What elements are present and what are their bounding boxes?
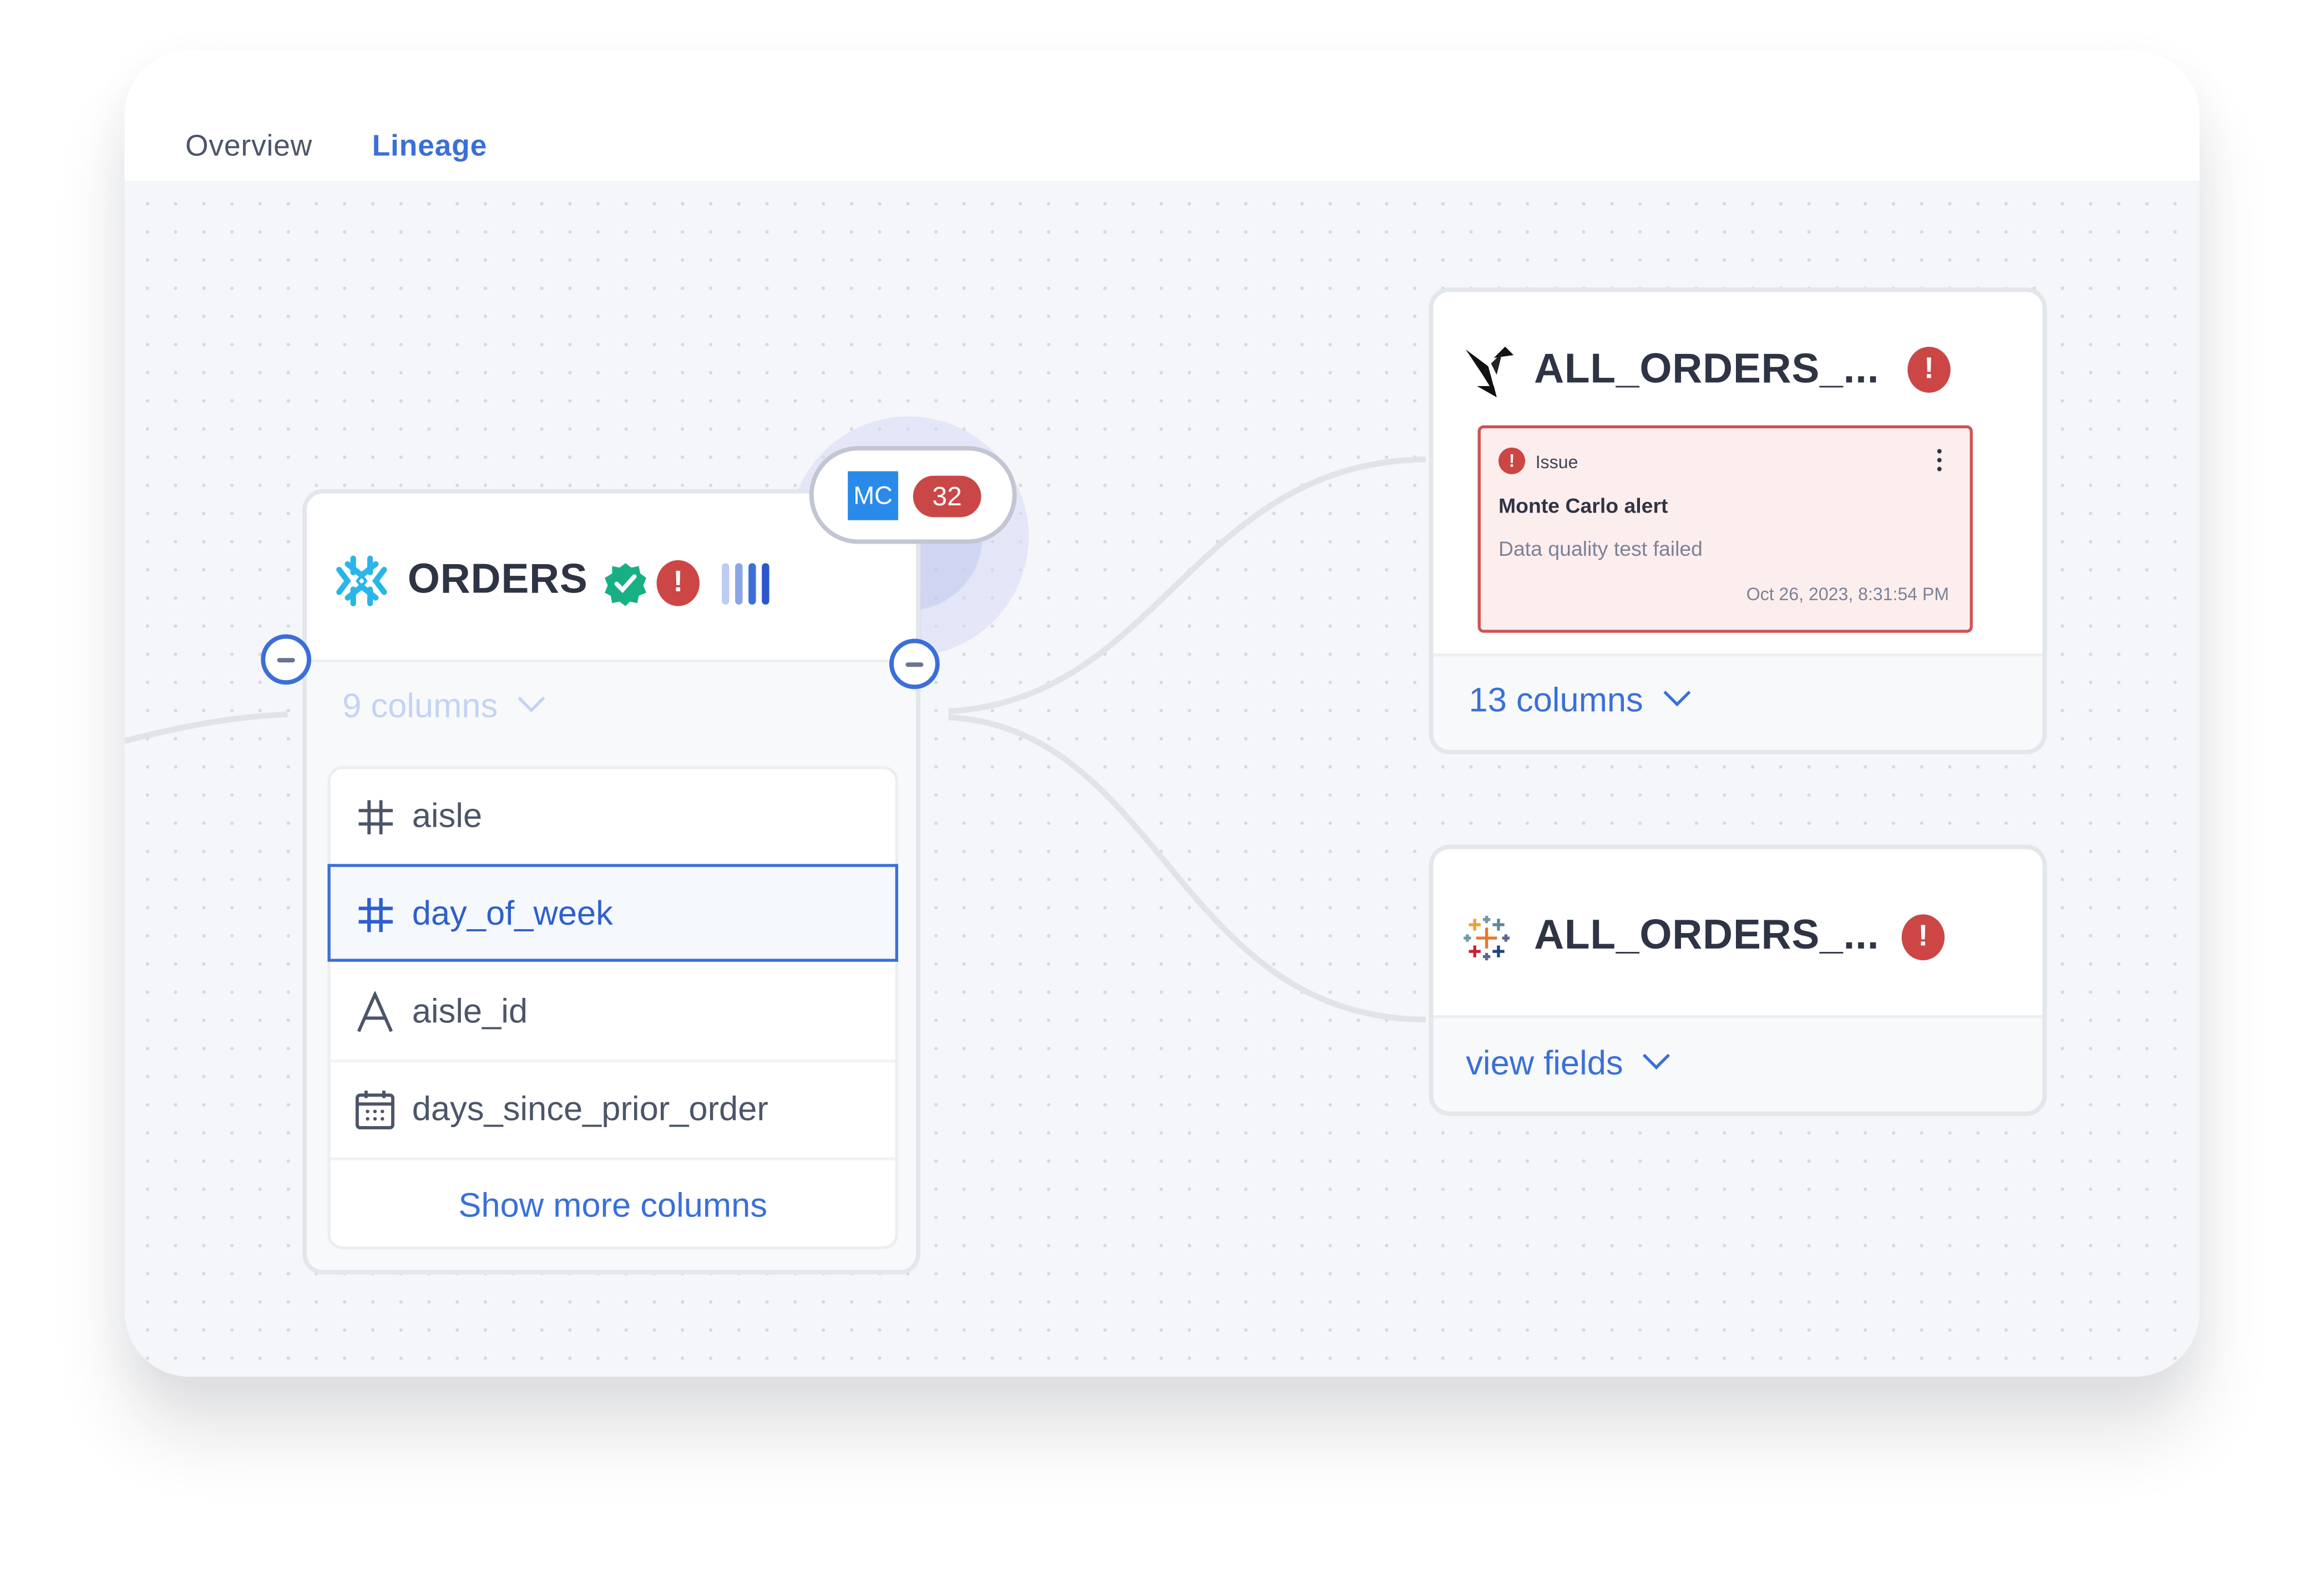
tableau-icon bbox=[1464, 916, 1510, 961]
node-orders-title: ORDERS bbox=[407, 555, 588, 602]
stage: Overview Lineage ORDERS ! 9 columns aisl… bbox=[0, 0, 2324, 1577]
verified-badge-icon bbox=[605, 563, 646, 606]
issue-card[interactable]: ! Issue Monte Carlo alert Data quality t… bbox=[1477, 425, 1973, 633]
importance-bar bbox=[722, 563, 730, 605]
importance-bar bbox=[735, 563, 743, 605]
edge-upstream-to-orders bbox=[124, 711, 288, 744]
monte-carlo-logo-icon: MC bbox=[848, 471, 898, 520]
node-all-orders-2-header: ALL_ORDERS_... ! bbox=[1433, 849, 2043, 1018]
column-row-selected[interactable]: day_of_week bbox=[327, 864, 898, 962]
node-all-orders-2[interactable]: ALL_ORDERS_... ! view fields bbox=[1429, 844, 2047, 1116]
tab-overview[interactable]: Overview bbox=[185, 130, 312, 164]
tab-lineage[interactable]: Lineage bbox=[372, 130, 488, 164]
chevron-down-icon bbox=[1643, 1042, 1670, 1070]
incident-count-badge: 32 bbox=[913, 475, 981, 518]
importance-bar bbox=[762, 563, 769, 605]
alert-icon[interactable]: ! bbox=[656, 560, 700, 606]
issue-label: Issue bbox=[1535, 452, 1578, 473]
column-row[interactable]: days_since_prior_order bbox=[330, 1063, 895, 1160]
more-options-icon[interactable] bbox=[1937, 449, 1943, 475]
columns-toggle[interactable]: 13 columns bbox=[1469, 679, 1690, 720]
column-list: aisle day_of_week aisle_id days_since_pr… bbox=[327, 766, 898, 1250]
view-fields-toggle[interactable]: view fields bbox=[1466, 1042, 1670, 1083]
importance-bars bbox=[722, 563, 769, 605]
node-all-orders-2-title: ALL_ORDERS_... bbox=[1534, 911, 1880, 957]
show-more-columns-button[interactable]: Show more columns bbox=[331, 1160, 895, 1249]
columns-toggle[interactable]: 9 columns bbox=[342, 685, 545, 726]
chevron-down-icon bbox=[1663, 679, 1690, 707]
issue-title: Monte Carlo alert bbox=[1498, 493, 1668, 518]
view-fields-label: view fields bbox=[1466, 1043, 1623, 1082]
edge-orders-to-all-orders-2 bbox=[948, 714, 1426, 1023]
columns-toggle-label: 13 columns bbox=[1469, 680, 1643, 719]
alert-icon[interactable]: ! bbox=[1901, 914, 1945, 961]
hash-icon bbox=[358, 800, 393, 835]
column-row[interactable]: aisle bbox=[330, 769, 895, 867]
mc-incident-badge[interactable]: MC 32 bbox=[809, 446, 1017, 544]
collapse-upstream-handle[interactable] bbox=[261, 634, 312, 685]
calendar-icon bbox=[355, 1091, 394, 1130]
alert-icon[interactable]: ! bbox=[1907, 347, 1951, 393]
issue-timestamp: Oct 26, 2023, 8:31:54 PM bbox=[1746, 584, 1950, 605]
app-window: Overview Lineage ORDERS ! 9 columns aisl… bbox=[124, 50, 2200, 1377]
column-row[interactable]: aisle_id bbox=[330, 965, 895, 1063]
node-all-orders-1-header: ALL_ORDERS_... ! ! Issue Monte Carlo ale… bbox=[1433, 292, 2043, 657]
snowflake-icon bbox=[336, 555, 387, 606]
issue-alert-icon: ! bbox=[1498, 447, 1526, 474]
columns-toggle-label: 9 columns bbox=[342, 686, 498, 725]
collapse-downstream-handle[interactable] bbox=[889, 638, 940, 689]
node-all-orders-1[interactable]: ALL_ORDERS_... ! ! Issue Monte Carlo ale… bbox=[1429, 287, 2047, 754]
column-name: aisle_id bbox=[412, 991, 528, 1030]
hummingbird-icon bbox=[1465, 346, 1514, 398]
chevron-down-icon bbox=[517, 685, 545, 713]
hash-icon bbox=[358, 897, 393, 932]
column-name: days_since_prior_order bbox=[412, 1089, 768, 1128]
node-all-orders-1-title: ALL_ORDERS_... bbox=[1534, 345, 1880, 392]
text-type-icon bbox=[357, 991, 393, 1032]
column-name: aisle bbox=[412, 795, 483, 835]
importance-bar bbox=[748, 563, 756, 605]
node-orders[interactable]: ORDERS ! 9 columns aisle day_of_week ais… bbox=[302, 489, 921, 1275]
column-name: day_of_week bbox=[412, 893, 613, 932]
issue-description: Data quality test failed bbox=[1498, 536, 1703, 560]
tab-bar: Overview Lineage bbox=[124, 50, 2200, 181]
